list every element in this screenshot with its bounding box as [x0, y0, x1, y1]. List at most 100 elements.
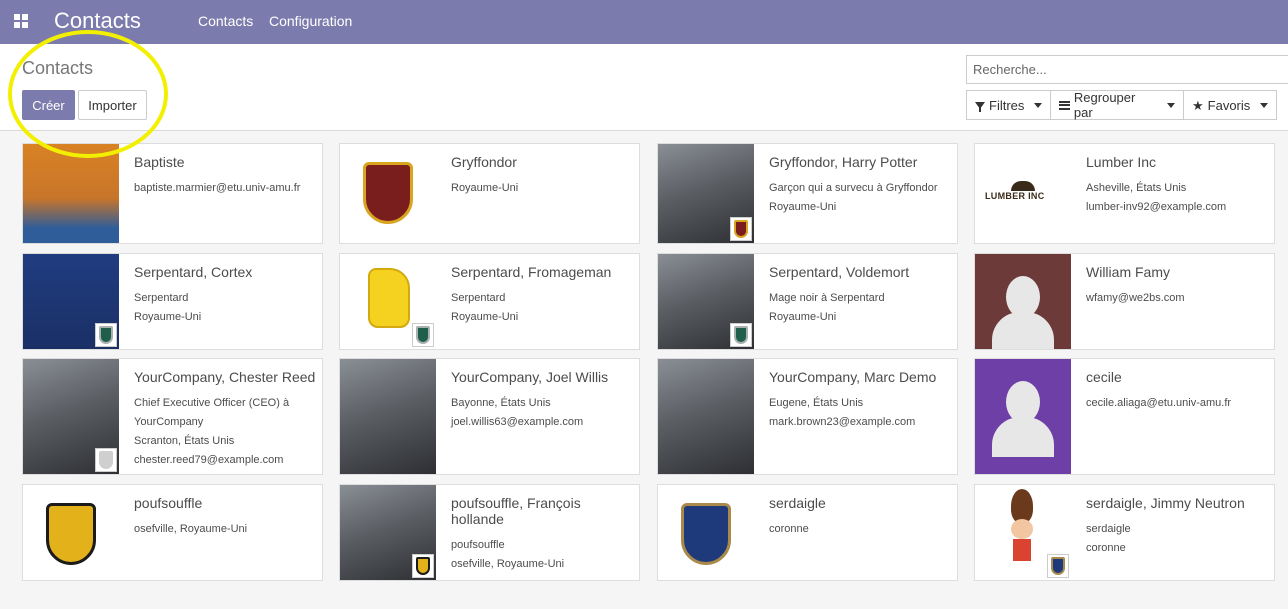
contact-card[interactable]: Serpentard, Cortex Serpentard Royaume-Uni [22, 253, 323, 350]
contact-card[interactable]: poufsouffle, François hollande poufsouffl… [339, 484, 640, 581]
contact-detail: Royaume-Uni [134, 311, 202, 323]
contact-detail: Royaume-Uni [769, 311, 837, 323]
contact-name: cecile [1086, 369, 1122, 385]
contact-card[interactable]: Baptiste baptiste.marmier@etu.univ-amu.fr [22, 143, 323, 244]
app-title: Contacts [54, 8, 141, 33]
contact-card[interactable]: serdaigle, Jimmy Neutron serdaigle coronne [974, 484, 1275, 581]
gryffindor-crest-icon [340, 144, 436, 243]
contact-detail: poufsouffle [451, 539, 505, 551]
contact-card[interactable]: YourCompany, Chester Reed Chief Executive… [22, 358, 323, 475]
contact-name: YourCompany, Joel Willis [451, 369, 609, 385]
contact-detail: joel.willis63@example.com [451, 416, 584, 428]
contact-detail: cecile.aliaga@etu.univ-amu.fr [1086, 397, 1232, 409]
contact-name: YourCompany, Marc Demo [769, 369, 937, 385]
control-panel: Contacts Créer Importer Filtres Regroupe… [0, 44, 1288, 131]
contact-name: William Famy [1086, 264, 1170, 280]
apps-grid-icon[interactable] [14, 14, 28, 28]
caret-down-icon [1260, 102, 1269, 108]
contact-detail: Eugene, États Unis [769, 397, 864, 409]
contact-detail: mark.brown23@example.com [769, 416, 916, 428]
portrait-photo-image [340, 359, 436, 474]
favorites-button[interactable]: ★ Favoris [1183, 90, 1277, 120]
filter-icon [975, 101, 985, 112]
contact-name: Serpentard, Voldemort [769, 264, 910, 280]
breadcrumb: Contacts [22, 58, 94, 78]
contact-detail: Asheville, États Unis [1086, 182, 1187, 194]
lumber-inc-logo-text: LUMBER INC [985, 191, 1045, 201]
slytherin-crest-icon [99, 326, 113, 344]
hufflepuff-crest-badge [412, 554, 434, 578]
owl-cartoon-image [23, 144, 119, 243]
group-by-label: Regrouper par [1073, 90, 1136, 120]
menu-configuration[interactable]: Configuration [269, 13, 352, 29]
menu-contacts[interactable]: Contacts [198, 13, 253, 29]
contact-detail: Chief Executive Officer (CEO) à [134, 397, 290, 409]
caret-down-icon [1167, 102, 1175, 108]
contact-name: Gryffondor [451, 154, 517, 170]
default-avatar-image [975, 359, 1071, 474]
contact-name: YourCompany, Chester Reed [134, 369, 316, 385]
ravenclaw-crest-icon [1051, 557, 1065, 575]
contact-detail: wfamy@we2bs.com [1086, 292, 1185, 304]
contact-detail: Serpentard [134, 292, 189, 304]
contact-name: Lumber Inc [1086, 154, 1157, 170]
contact-detail: baptiste.marmier@etu.univ-amu.fr [134, 182, 301, 194]
favorites-label: Favoris [1207, 97, 1251, 113]
contact-card[interactable]: Gryffondor Royaume-Uni [339, 143, 640, 244]
contact-name: Serpentard, Cortex [134, 264, 253, 280]
contact-detail: osefville, Royaume-Uni [451, 558, 565, 570]
contact-detail: coronne [1086, 542, 1126, 554]
filters-button[interactable]: Filtres [966, 90, 1051, 120]
contact-name: serdaigle, Jimmy Neutron [1086, 495, 1245, 511]
contact-name: serdaigle [769, 495, 826, 511]
contact-detail: Serpentard [451, 292, 506, 304]
contact-detail: Scranton, États Unis [134, 435, 235, 447]
group-by-button[interactable]: Regrouper par [1050, 90, 1184, 120]
star-icon: ★ [1192, 97, 1204, 113]
contact-detail: Garçon qui a survecu à Gryffondor [769, 182, 938, 194]
company-logo-icon [99, 451, 113, 469]
contact-detail: coronne [769, 523, 809, 535]
company-logo-badge [95, 448, 117, 472]
ravenclaw-crest-badge [1047, 554, 1069, 578]
import-button[interactable]: Importer [78, 90, 147, 120]
slytherin-crest-icon [734, 326, 748, 344]
default-avatar-image [975, 254, 1071, 349]
contact-card[interactable]: serdaigle coronne [657, 484, 958, 581]
contact-detail: lumber-inv92@example.com [1086, 201, 1227, 213]
contact-name: Gryffondor, Harry Potter [769, 154, 918, 170]
contact-detail: Royaume-Uni [769, 201, 837, 213]
search-input[interactable] [966, 55, 1288, 84]
hufflepuff-crest-icon [416, 557, 430, 575]
create-button[interactable]: Créer [22, 90, 75, 120]
contact-card[interactable]: William Famy wfamy@we2bs.com [974, 253, 1275, 350]
lumber-inc-logo-image: LUMBER INC [975, 144, 1071, 243]
contact-card[interactable]: cecile cecile.aliaga@etu.univ-amu.fr [974, 358, 1275, 475]
portrait-photo-image [658, 359, 754, 474]
slytherin-crest-badge [412, 323, 434, 347]
contact-detail: Royaume-Uni [451, 311, 519, 323]
top-navbar: Contacts Contacts Configuration [0, 0, 1288, 44]
contact-detail: YourCompany [134, 416, 204, 428]
contact-card[interactable]: Serpentard, Fromageman Serpentard Royaume-… [339, 253, 640, 350]
hufflepuff-crest-icon [23, 485, 119, 580]
contact-name: Serpentard, Fromageman [451, 264, 612, 280]
contact-name: Baptiste [134, 154, 185, 170]
gryffindor-crest-icon [734, 220, 748, 238]
contact-card[interactable]: YourCompany, Marc Demo Eugene, États Unis… [657, 358, 958, 475]
contact-card[interactable]: poufsouffle osefville, Royaume-Uni [22, 484, 323, 581]
contact-detail: serdaigle [1086, 523, 1131, 535]
slytherin-crest-icon [416, 326, 430, 344]
contact-card[interactable]: Serpentard, Voldemort Mage noir à Serpent… [657, 253, 958, 350]
contact-card[interactable]: Gryffondor, Harry Potter Garçon qui a sur… [657, 143, 958, 244]
contact-card[interactable]: LUMBER INC Lumber Inc Asheville, États Uni… [974, 143, 1275, 244]
contact-detail: Bayonne, États Unis [451, 397, 551, 409]
filters-label: Filtres [989, 97, 1025, 113]
gryffindor-crest-badge [730, 217, 752, 241]
contact-card[interactable]: YourCompany, Joel Willis Bayonne, États U… [339, 358, 640, 475]
slytherin-crest-badge [730, 323, 752, 347]
contact-detail: Mage noir à Serpentard [769, 292, 885, 304]
contact-detail: chester.reed79@example.com [134, 454, 284, 466]
ravenclaw-crest-icon [658, 485, 754, 580]
contact-detail: osefville, Royaume-Uni [134, 523, 248, 535]
